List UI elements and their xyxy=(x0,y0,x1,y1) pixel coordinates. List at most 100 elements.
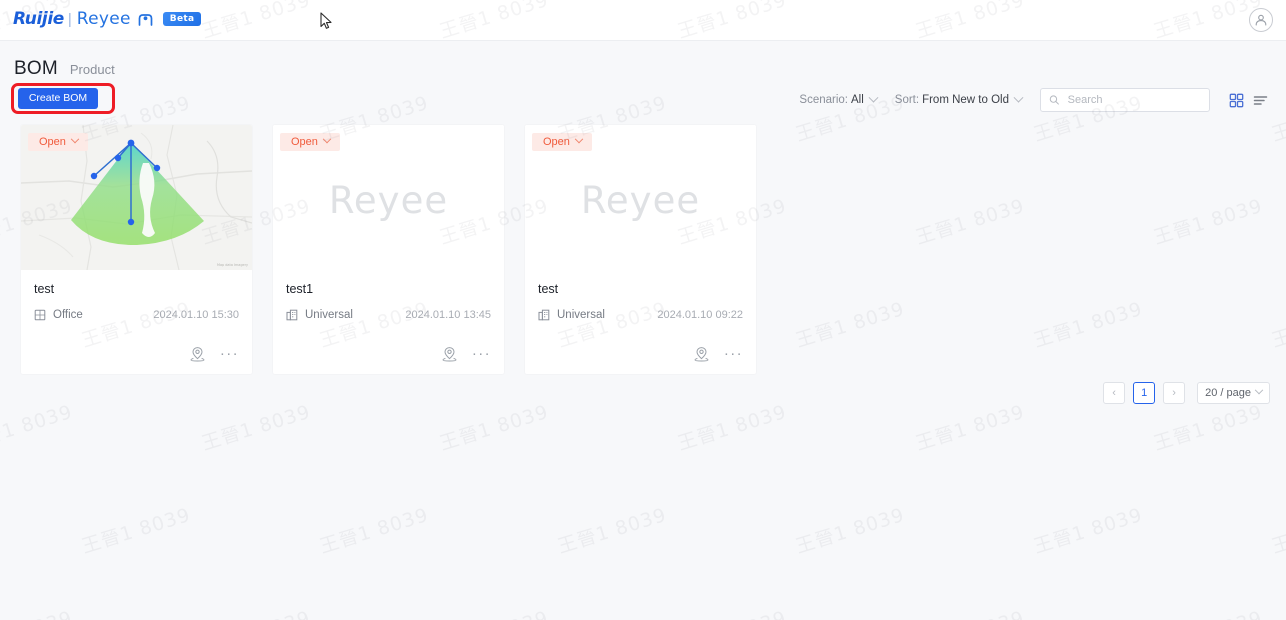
card-body: test1 Universal 2024.01.10 13:45 xyxy=(273,270,504,321)
card-location-button[interactable] xyxy=(190,346,205,362)
location-pin-icon xyxy=(694,347,709,362)
watermark-text: 王晉1 8039 xyxy=(1269,298,1286,352)
page-size-selector[interactable]: 20 / page xyxy=(1197,382,1270,404)
watermark-text: 王晉1 8039 xyxy=(0,603,75,620)
chevron-down-icon xyxy=(1254,385,1264,395)
watermark-text: 王晉1 8039 xyxy=(913,194,1028,249)
page-title: BOM xyxy=(14,58,58,79)
sort-filter-value: From New to Old xyxy=(922,94,1009,106)
card-location-button[interactable] xyxy=(694,346,709,362)
app-root: 王晉1 8039 王晉1 8039 王晉1 8039 王晉1 8039 王晉1 8039… xyxy=(0,0,1286,620)
card-scenario: Universal xyxy=(538,309,605,321)
chevron-down-icon xyxy=(322,134,332,144)
card-date: 2024.01.10 09:22 xyxy=(657,309,743,321)
watermark-text: 王晉1 8039 xyxy=(793,503,908,558)
chevron-down-icon xyxy=(574,134,584,144)
brand-ruijie-text: Ruijie xyxy=(13,9,64,29)
search-input[interactable] xyxy=(1065,93,1201,107)
bom-card[interactable]: Reyee Open test Universal 2024.01.10 09:… xyxy=(525,125,756,374)
card-scenario: Office xyxy=(34,309,83,321)
card-thumbnail[interactable]: Map data Imagery Open xyxy=(21,125,252,270)
chevron-down-icon xyxy=(868,92,879,103)
list-toolbar: Scenario: All Sort: From New to Old xyxy=(799,88,1270,112)
scenario-filter-value: All xyxy=(851,94,864,106)
status-badge[interactable]: Open xyxy=(280,133,340,151)
card-meta: Universal 2024.01.10 13:45 xyxy=(286,309,491,321)
chevron-down-icon xyxy=(70,134,80,144)
watermark-text: 王晉1 8039 xyxy=(436,603,551,620)
watermark-text: 王晉1 8039 xyxy=(79,503,194,558)
chevron-down-icon xyxy=(1013,92,1024,103)
sort-filter[interactable]: Sort: From New to Old xyxy=(894,92,1024,106)
watermark-text: 王晉1 8039 xyxy=(0,400,76,455)
card-meta: Universal 2024.01.10 09:22 xyxy=(538,309,743,321)
location-pin-icon xyxy=(190,347,205,362)
status-badge-label: Open xyxy=(39,136,66,148)
card-meta: Office 2024.01.10 15:30 xyxy=(34,309,239,321)
mouse-cursor xyxy=(320,12,332,29)
location-pin-icon xyxy=(442,347,457,362)
card-scenario: Universal xyxy=(286,309,353,321)
universal-building-icon xyxy=(538,309,550,321)
reyee-placeholder-text: Reyee xyxy=(328,179,449,222)
watermark-text: 王晉1 8039 xyxy=(912,603,1027,620)
watermark-text: 王晉1 8039 xyxy=(1150,603,1265,620)
scenario-filter[interactable]: Scenario: All xyxy=(799,92,879,106)
card-scenario-label: Universal xyxy=(557,309,605,321)
sort-filter-label: Sort: xyxy=(894,94,920,106)
svg-text:Map data Imagery: Map data Imagery xyxy=(217,263,248,267)
card-title: test1 xyxy=(286,282,314,296)
brand-logo[interactable]: Ruijie | Reyee Beta xyxy=(13,9,202,29)
bom-card-grid: Map data Imagery Open test Office 2024.0… xyxy=(21,125,756,374)
card-location-button[interactable] xyxy=(442,346,457,362)
pagination-page-1[interactable]: 1 xyxy=(1133,382,1156,404)
list-view-icon xyxy=(1253,95,1267,105)
page-header: BOM Product xyxy=(14,58,115,80)
card-actions: ··· xyxy=(442,346,491,362)
watermark-text: 王晉1 8039 xyxy=(1031,297,1146,352)
card-more-button[interactable]: ··· xyxy=(220,346,239,361)
watermark-text: 王晉1 8039 xyxy=(555,503,670,558)
create-bom-button[interactable]: Create BOM xyxy=(18,88,98,109)
card-more-button[interactable]: ··· xyxy=(472,346,491,361)
watermark-text: 王晉1 8039 xyxy=(437,400,552,455)
status-badge[interactable]: Open xyxy=(532,133,592,151)
user-avatar-button[interactable] xyxy=(1249,8,1273,32)
brand-reyee-text: Reyee xyxy=(76,9,131,29)
pagination-next-button[interactable]: › xyxy=(1163,382,1186,404)
watermark-text: 王晉1 8039 xyxy=(1151,400,1266,455)
watermark-text: 王晉1 8039 xyxy=(198,603,313,620)
watermark-text: 王晉1 8039 xyxy=(1269,504,1286,558)
card-scenario-label: Office xyxy=(53,309,83,321)
universal-building-icon xyxy=(286,309,298,321)
card-scenario-label: Universal xyxy=(305,309,353,321)
search-icon xyxy=(1049,95,1059,105)
watermark-text: 王晉1 8039 xyxy=(199,400,314,455)
watermark-text: 王晉1 8039 xyxy=(1031,503,1146,558)
card-actions: ··· xyxy=(190,346,239,362)
bom-card[interactable]: Map data Imagery Open test Office 2024.0… xyxy=(21,125,252,374)
card-thumbnail[interactable]: Reyee Open xyxy=(525,125,756,270)
card-more-button[interactable]: ··· xyxy=(724,346,743,361)
search-field[interactable] xyxy=(1040,88,1210,112)
card-title: test xyxy=(34,282,55,296)
list-view-toggle[interactable] xyxy=(1250,90,1270,110)
beta-badge: Beta xyxy=(162,12,202,26)
status-badge[interactable]: Open xyxy=(28,133,88,151)
watermark-text: 王晉1 8039 xyxy=(1151,194,1266,249)
watermark-text: 王晉1 8039 xyxy=(1269,92,1286,146)
user-avatar-icon xyxy=(1255,14,1267,26)
brand-separator: | xyxy=(67,10,72,28)
watermark-text: 王晉1 8039 xyxy=(674,603,789,620)
pagination-prev-button[interactable]: ‹ xyxy=(1103,382,1126,404)
watermark-text: 王晉1 8039 xyxy=(675,400,790,455)
card-thumbnail[interactable]: Reyee Open xyxy=(273,125,504,270)
reyee-placeholder-text: Reyee xyxy=(580,179,701,222)
pagination: ‹ 1 › 20 / page xyxy=(1103,382,1270,404)
status-badge-label: Open xyxy=(543,136,570,148)
bom-card[interactable]: Reyee Open test1 Universal 2024.01.10 13… xyxy=(273,125,504,374)
grid-view-toggle[interactable] xyxy=(1226,90,1246,110)
scenario-filter-label: Scenario: xyxy=(799,94,848,106)
status-badge-label: Open xyxy=(291,136,318,148)
watermark-text: 王晉1 8039 xyxy=(793,297,908,352)
